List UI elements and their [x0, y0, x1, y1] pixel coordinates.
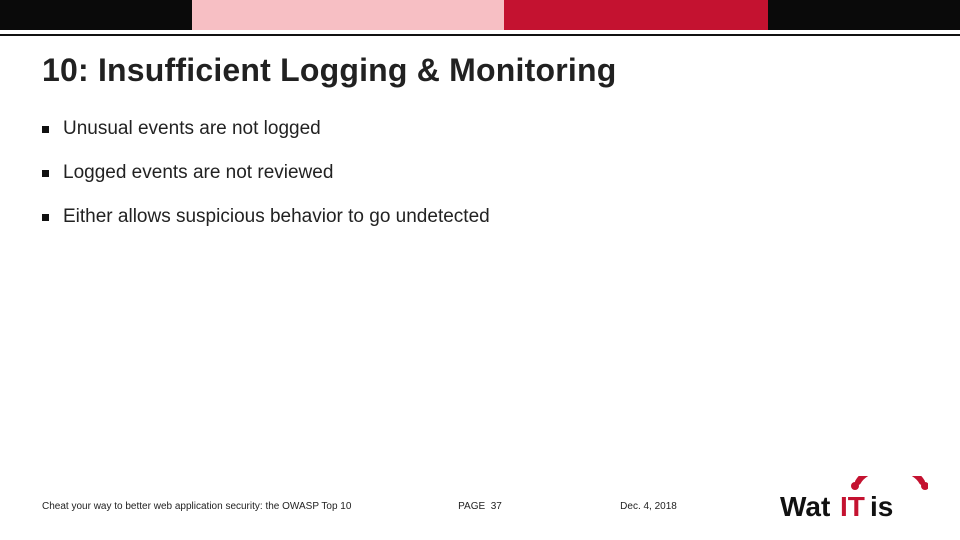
logo-text-it: IT	[840, 491, 865, 522]
bullet-icon	[42, 170, 49, 177]
footer-page: PAGE 37	[458, 501, 502, 512]
footer-date: Dec. 4, 2018	[620, 501, 677, 512]
logo-text-is: is	[870, 491, 893, 522]
list-item: Either allows suspicious behavior to go …	[42, 206, 902, 228]
list-item-text: Either allows suspicious behavior to go …	[63, 206, 490, 228]
slide-title: 10: Insufficient Logging & Monitoring	[42, 52, 616, 89]
accent-segment-pink	[192, 0, 504, 30]
list-item-text: Unusual events are not logged	[63, 118, 321, 140]
bullet-icon	[42, 214, 49, 221]
footer-title: Cheat your way to better web application…	[42, 501, 351, 512]
footer-page-label: PAGE	[458, 501, 485, 512]
top-accent-bar	[0, 0, 960, 30]
accent-segment-red	[504, 0, 768, 30]
logo-text-wat: Wat	[780, 491, 830, 522]
footer-page-number: 37	[491, 501, 502, 512]
bullet-icon	[42, 126, 49, 133]
title-rule	[0, 30, 960, 36]
list-item: Unusual events are not logged	[42, 118, 902, 140]
accent-segment-black2	[768, 0, 960, 30]
watitis-logo: Wat IT is	[780, 476, 928, 526]
accent-segment-black	[0, 0, 192, 30]
list-item-text: Logged events are not reviewed	[63, 162, 333, 184]
bullet-list: Unusual events are not logged Logged eve…	[42, 118, 902, 250]
list-item: Logged events are not reviewed	[42, 162, 902, 184]
